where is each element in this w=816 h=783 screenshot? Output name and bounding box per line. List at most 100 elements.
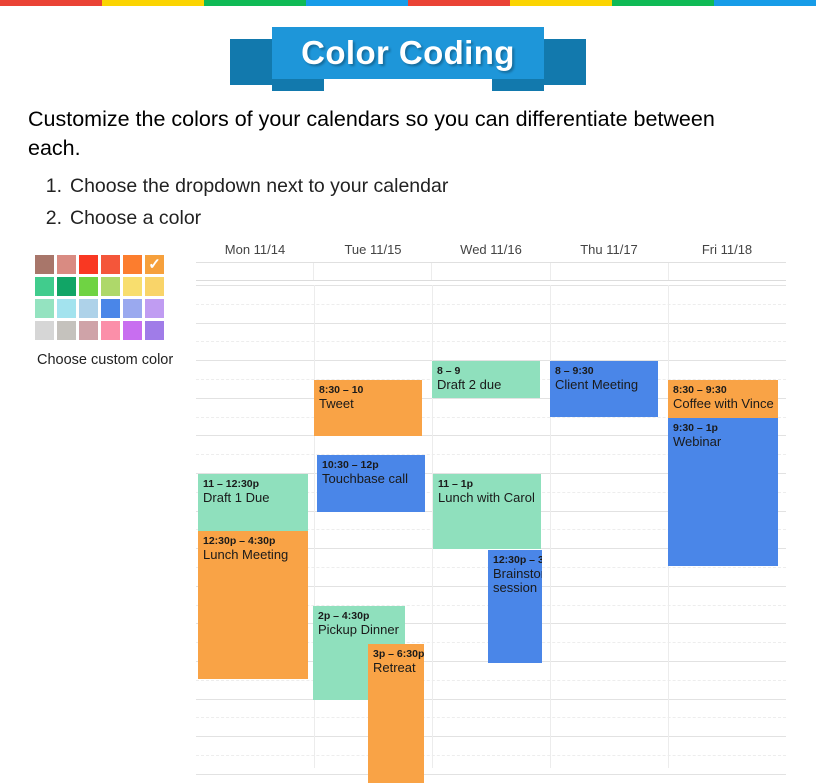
color-swatch-23[interactable]	[123, 321, 142, 340]
half-hour-line	[196, 341, 786, 343]
top-color-bar	[0, 0, 816, 6]
banner-fold-left	[272, 79, 324, 91]
calendar-day-2: Tue 11/15	[344, 242, 402, 257]
event-time: 10:30 – 12p	[322, 459, 379, 471]
color-swatch-5[interactable]	[123, 255, 142, 274]
calendar-event[interactable]: 11 – 1p Lunch with Carol	[433, 474, 541, 549]
top-bar-segment-5	[408, 0, 510, 6]
event-time: 12:30p – 3	[493, 554, 542, 566]
color-swatch-9[interactable]	[79, 277, 98, 296]
hour-line	[196, 285, 786, 286]
color-swatch-19[interactable]	[35, 321, 54, 340]
color-swatch-18[interactable]	[145, 299, 164, 318]
title-banner: Color Coding	[230, 27, 586, 91]
color-swatch-2[interactable]	[57, 255, 76, 274]
half-hour-line	[196, 303, 786, 305]
event-time: 8 – 9	[437, 365, 461, 377]
color-swatch-4[interactable]	[101, 255, 120, 274]
event-title: Touchbase call	[322, 471, 408, 486]
color-palette[interactable]: ✓ Choose custom color	[35, 255, 173, 368]
color-swatch-1[interactable]	[35, 255, 54, 274]
choose-custom-color-link[interactable]: Choose custom color	[37, 352, 173, 368]
top-bar-segment-1	[0, 0, 102, 6]
swatch-row	[35, 277, 164, 296]
color-swatch-7[interactable]	[35, 277, 54, 296]
event-title: Draft 2 due	[437, 377, 502, 392]
calendar-event[interactable]: 11 – 12:30p Draft 1 Due	[198, 474, 308, 531]
color-swatch-15[interactable]	[79, 299, 98, 318]
hour-line	[196, 773, 786, 775]
day-divider	[550, 285, 551, 768]
swatch-row	[35, 299, 164, 318]
calendar-day-4: Thu 11/17	[580, 242, 638, 257]
event-title: Lunch with Carol	[438, 490, 535, 505]
all-day-cell-3[interactable]	[432, 263, 551, 280]
event-time: 8:30 – 10	[319, 384, 364, 396]
event-time: 8:30 – 9:30	[673, 384, 727, 396]
all-day-cell-5[interactable]	[669, 263, 786, 280]
event-title: Pickup Dinner	[318, 622, 399, 637]
hour-line	[196, 698, 786, 700]
calendar: Mon 11/14 Tue 11/15 Wed 11/16 Thu 11/17 Fri …	[196, 242, 786, 783]
step-text: Choose the dropdown next to your calenda…	[70, 175, 449, 197]
calendar-grid[interactable]: 8 – 9 Draft 2 due 8 – 9:30 Client Meeting 8:…	[196, 285, 786, 783]
color-swatch-3[interactable]	[79, 255, 98, 274]
half-hour-line	[196, 717, 786, 719]
step-number: 2.	[45, 207, 62, 229]
top-bar-segment-2	[102, 0, 204, 6]
calendar-body: 8 – 9 Draft 2 due 8 – 9:30 Client Meeting 8:…	[196, 262, 786, 783]
color-swatch-6[interactable]: ✓	[145, 255, 164, 274]
list-item: 1. Choose the dropdown next to your cale…	[44, 170, 704, 202]
color-swatch-20[interactable]	[57, 321, 76, 340]
color-swatch-11[interactable]	[123, 277, 142, 296]
all-day-cell-4[interactable]	[551, 263, 669, 280]
event-time: 11 – 12:30p	[203, 478, 260, 490]
event-title: Brainstorming session	[493, 566, 542, 595]
all-day-row[interactable]	[196, 263, 786, 281]
calendar-event[interactable]: 8:30 – 9:30 Coffee with Vince	[668, 380, 778, 418]
event-title: Client Meeting	[555, 377, 639, 392]
slide-root: Color Coding Customize the colors of you…	[0, 0, 816, 783]
calendar-event[interactable]: 8 – 9 Draft 2 due	[432, 361, 540, 398]
color-swatch-12[interactable]	[145, 277, 164, 296]
calendar-day-1: Mon 11/14	[224, 242, 286, 257]
calendar-event[interactable]: 10:30 – 12p Touchbase call	[317, 455, 425, 512]
swatch-row: ✓	[35, 255, 164, 274]
event-title: Tweet	[319, 396, 354, 411]
event-title: Lunch Meeting	[203, 547, 289, 562]
color-swatch-8[interactable]	[57, 277, 76, 296]
banner-fold-right	[492, 79, 544, 91]
color-swatch-10[interactable]	[101, 277, 120, 296]
step-text: Choose a color	[70, 207, 202, 229]
top-bar-segment-7	[612, 0, 714, 6]
color-swatch-22[interactable]	[101, 321, 120, 340]
calendar-event[interactable]: 8 – 9:30 Client Meeting	[550, 361, 658, 417]
top-bar-segment-3	[204, 0, 306, 6]
event-time: 2p – 4:30p	[318, 610, 370, 622]
event-time: 12:30p – 4:30p	[203, 535, 276, 547]
color-swatch-16[interactable]	[101, 299, 120, 318]
calendar-day-3: Wed 11/16	[460, 242, 522, 257]
top-bar-segment-6	[510, 0, 612, 6]
calendar-event[interactable]: 12:30p – 3Brainstorming session	[488, 550, 542, 663]
calendar-event[interactable]: 3p – 6:30p Retreat	[368, 644, 424, 783]
top-bar-segment-4	[306, 0, 408, 6]
color-swatch-17[interactable]	[123, 299, 142, 318]
calendar-event[interactable]: 8:30 – 10 Tweet	[314, 380, 422, 436]
calendar-day-header: Mon 11/14 Tue 11/15 Wed 11/16 Thu 11/17 Fri …	[196, 242, 786, 262]
all-day-cell-1[interactable]	[196, 263, 315, 280]
color-swatch-13[interactable]	[35, 299, 54, 318]
color-swatch-21[interactable]	[79, 321, 98, 340]
half-hour-line	[196, 679, 786, 681]
color-swatch-24[interactable]	[145, 321, 164, 340]
calendar-event[interactable]: 12:30p – 4:30p Lunch Meeting	[198, 531, 308, 679]
intro-paragraph: Customize the colors of your calendars s…	[28, 107, 715, 160]
calendar-event[interactable]: 9:30 – 1p Webinar	[668, 418, 778, 566]
event-title: Coffee with Vince	[673, 396, 774, 411]
event-title: Webinar	[673, 434, 722, 449]
calendar-day-5: Fri 11/18	[701, 242, 753, 257]
all-day-cell-2[interactable]	[314, 263, 433, 280]
swatch-row	[35, 321, 164, 340]
event-title: Draft 1 Due	[203, 490, 270, 505]
color-swatch-14[interactable]	[57, 299, 76, 318]
